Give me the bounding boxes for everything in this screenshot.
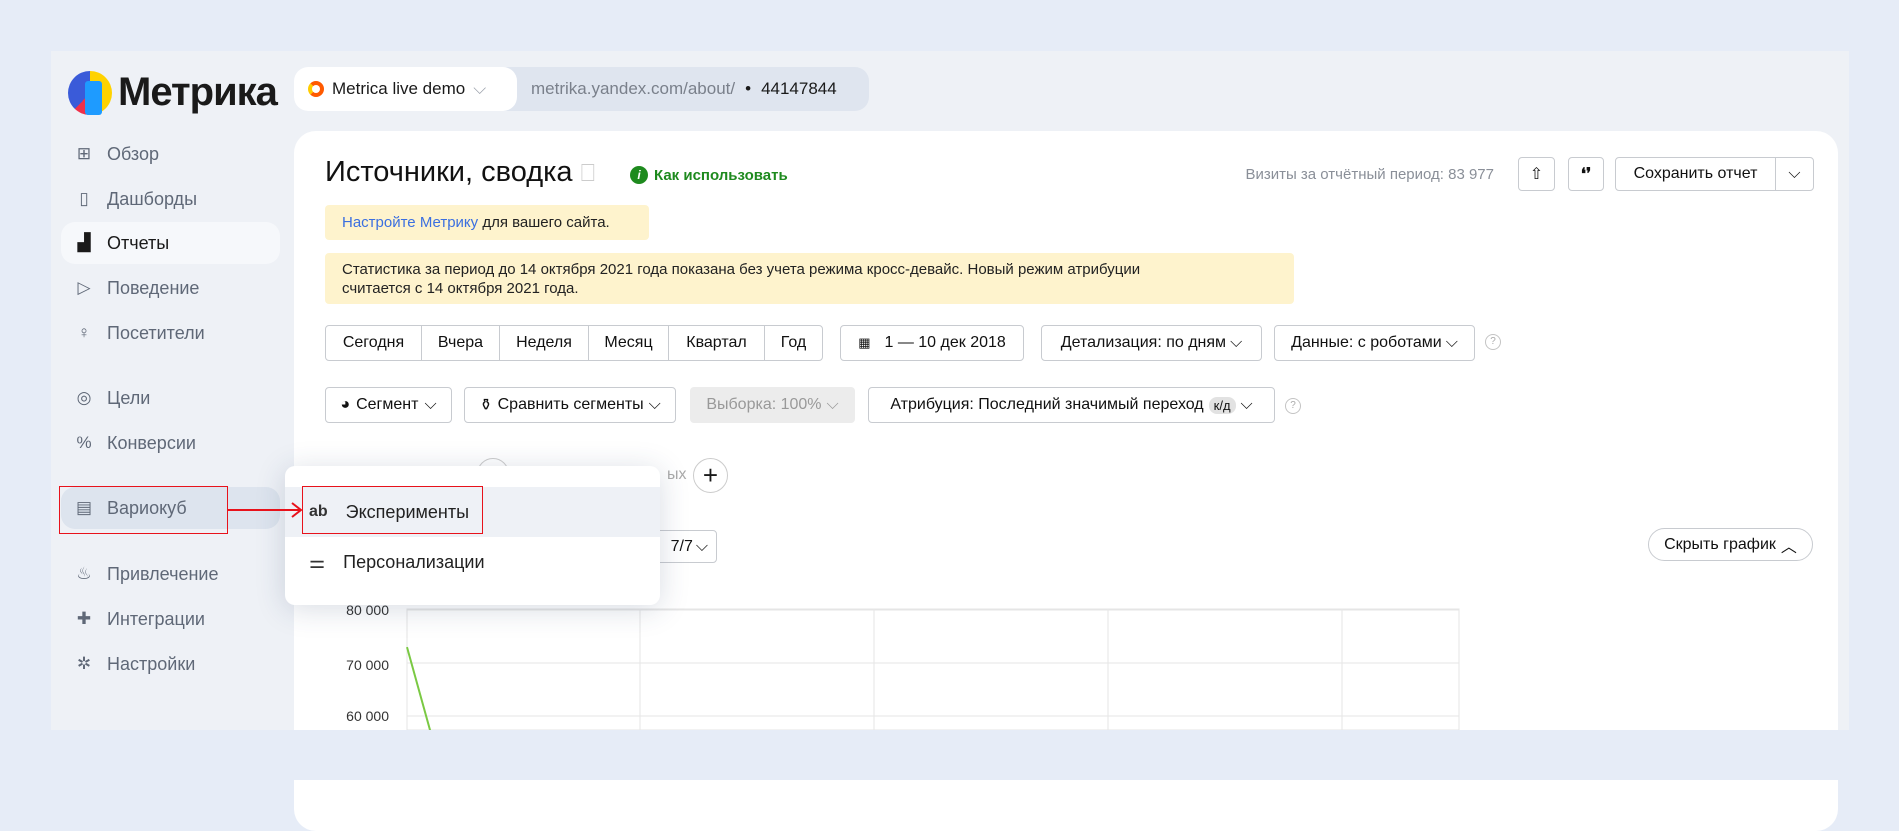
series-line (406, 646, 432, 730)
submenu-item-personalization[interactable]: ⚌ Персонализации (285, 537, 660, 587)
sliders-icon: ⚌ (309, 551, 326, 572)
y-tick-label: 60 000 (346, 708, 389, 724)
annotation-arrow-icon (228, 502, 303, 518)
y-tick-label: 70 000 (346, 657, 389, 673)
bottom-background (0, 730, 1899, 780)
line-chart (406, 608, 1460, 730)
annotation-box-experiments (302, 486, 483, 534)
annotation-box-variocube (59, 486, 228, 534)
plot-area (406, 608, 1460, 730)
